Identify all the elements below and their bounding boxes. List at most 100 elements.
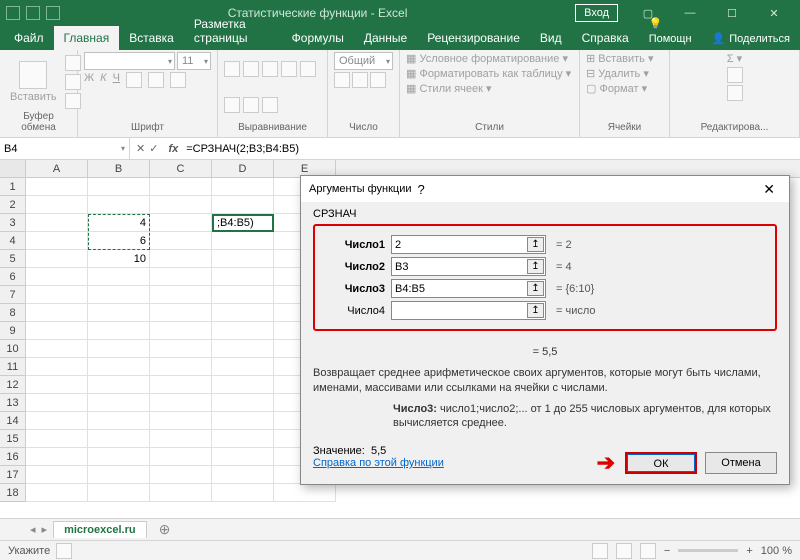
cancel-button[interactable]: Отмена xyxy=(705,452,777,474)
cell[interactable] xyxy=(150,340,212,358)
cell[interactable] xyxy=(88,340,150,358)
conditional-format-button[interactable]: ▦ Условное форматирование ▾ xyxy=(406,52,568,65)
save-icon[interactable] xyxy=(6,6,20,20)
cell[interactable] xyxy=(88,430,150,448)
cell[interactable] xyxy=(88,304,150,322)
cell[interactable] xyxy=(26,484,88,502)
align-middle-icon[interactable] xyxy=(243,61,259,77)
range-picker-icon[interactable]: ↥ xyxy=(527,259,544,274)
cell[interactable] xyxy=(26,430,88,448)
cell[interactable] xyxy=(88,376,150,394)
cell[interactable] xyxy=(26,466,88,484)
cell[interactable] xyxy=(26,286,88,304)
delete-cells-button[interactable]: ⊟ Удалить ▾ xyxy=(586,67,649,80)
cell[interactable] xyxy=(26,412,88,430)
cell[interactable] xyxy=(212,286,274,304)
cell[interactable]: 10 xyxy=(88,250,150,268)
col-a[interactable]: A xyxy=(26,160,88,177)
border-icon[interactable] xyxy=(126,72,142,88)
align-bottom-icon[interactable] xyxy=(262,61,278,77)
cell[interactable] xyxy=(150,304,212,322)
tab-formulas[interactable]: Формулы xyxy=(282,26,354,50)
arg-input[interactable]: B3↥ xyxy=(391,257,546,276)
font-combo[interactable] xyxy=(84,52,175,70)
cell[interactable] xyxy=(150,412,212,430)
cancel-formula-icon[interactable]: ✕ xyxy=(136,142,145,155)
cell[interactable] xyxy=(26,268,88,286)
cell[interactable] xyxy=(150,484,212,502)
dialog-titlebar[interactable]: Аргументы функции ? ✕ xyxy=(301,176,789,202)
tab-home[interactable]: Главная xyxy=(54,26,120,50)
cell[interactable] xyxy=(212,394,274,412)
cell[interactable] xyxy=(26,340,88,358)
cell[interactable] xyxy=(26,322,88,340)
macro-icon[interactable] xyxy=(56,543,72,559)
cell[interactable] xyxy=(212,358,274,376)
tab-data[interactable]: Данные xyxy=(354,26,417,50)
cell[interactable] xyxy=(150,466,212,484)
accept-formula-icon[interactable]: ✓ xyxy=(149,142,158,155)
cell[interactable] xyxy=(212,340,274,358)
row-header[interactable]: 13 xyxy=(0,394,26,412)
select-all-corner[interactable] xyxy=(0,160,26,177)
range-picker-icon[interactable]: ↥ xyxy=(527,281,544,296)
tab-view[interactable]: Вид xyxy=(530,26,572,50)
view-layout-icon[interactable] xyxy=(616,543,632,559)
cell[interactable] xyxy=(212,178,274,196)
maximize-icon[interactable]: ☐ xyxy=(712,0,752,26)
row-header[interactable]: 4 xyxy=(0,232,26,250)
paste-button[interactable]: Вставить xyxy=(6,59,61,105)
row-header[interactable]: 8 xyxy=(0,304,26,322)
zoom-level[interactable]: 100 % xyxy=(761,545,792,557)
format-table-button[interactable]: ▦ Форматировать как таблицу ▾ xyxy=(406,67,571,80)
cell[interactable] xyxy=(26,178,88,196)
cell[interactable] xyxy=(26,232,88,250)
tab-insert[interactable]: Вставка xyxy=(119,26,184,50)
cell[interactable] xyxy=(150,322,212,340)
cell[interactable] xyxy=(150,448,212,466)
row-header[interactable]: 18 xyxy=(0,484,26,502)
cell[interactable] xyxy=(150,250,212,268)
row-header[interactable]: 5 xyxy=(0,250,26,268)
row-header[interactable]: 12 xyxy=(0,376,26,394)
cell[interactable] xyxy=(26,448,88,466)
cell[interactable] xyxy=(26,196,88,214)
tab-tellme[interactable]: 💡Помощн xyxy=(639,11,702,50)
row-header[interactable]: 11 xyxy=(0,358,26,376)
cell[interactable] xyxy=(88,358,150,376)
sheet-nav-prev-icon[interactable]: ◂ xyxy=(30,523,36,536)
row-header[interactable]: 14 xyxy=(0,412,26,430)
formula-input[interactable]: =СРЗНАЧ(2;B3;B4:B5) xyxy=(182,143,800,155)
arg-input[interactable]: ↥ xyxy=(391,301,546,320)
row-header[interactable]: 3 xyxy=(0,214,26,232)
font-color-icon[interactable] xyxy=(170,72,186,88)
fx-icon[interactable]: fx xyxy=(164,143,182,155)
cell[interactable] xyxy=(26,394,88,412)
zoom-in-icon[interactable]: + xyxy=(746,545,752,557)
view-normal-icon[interactable] xyxy=(592,543,608,559)
cell[interactable] xyxy=(88,196,150,214)
cell[interactable] xyxy=(150,358,212,376)
cell[interactable] xyxy=(26,214,88,232)
cell[interactable] xyxy=(212,304,274,322)
view-break-icon[interactable] xyxy=(640,543,656,559)
range-picker-icon[interactable]: ↥ xyxy=(527,303,544,318)
zoom-out-icon[interactable]: − xyxy=(664,545,670,557)
cell[interactable] xyxy=(88,322,150,340)
cell[interactable] xyxy=(212,484,274,502)
arg-input[interactable]: 2↥ xyxy=(391,235,546,254)
row-header[interactable]: 9 xyxy=(0,322,26,340)
row-header[interactable]: 15 xyxy=(0,430,26,448)
row-header[interactable]: 16 xyxy=(0,448,26,466)
redo-icon[interactable] xyxy=(46,6,60,20)
tab-review[interactable]: Рецензирование xyxy=(417,26,530,50)
cell[interactable] xyxy=(26,250,88,268)
tab-file[interactable]: Файл xyxy=(4,26,54,50)
row-header[interactable]: 6 xyxy=(0,268,26,286)
cell[interactable] xyxy=(150,232,212,250)
cell[interactable] xyxy=(26,376,88,394)
cell[interactable] xyxy=(212,376,274,394)
col-d[interactable]: D xyxy=(212,160,274,177)
cell[interactable] xyxy=(274,484,336,502)
dialog-help-icon[interactable]: ? xyxy=(412,182,431,197)
